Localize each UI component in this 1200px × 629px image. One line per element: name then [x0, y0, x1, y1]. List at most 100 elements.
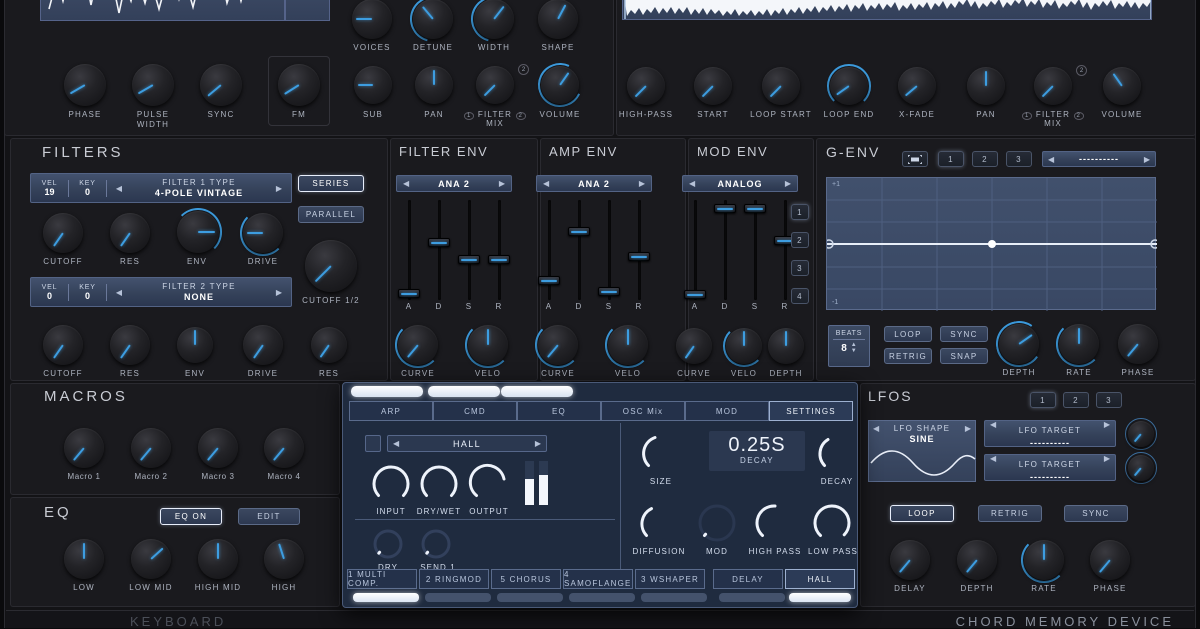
filter-env-preset[interactable]: ◀ ANA 2 ▶: [396, 175, 512, 192]
slider-thumb-a[interactable]: [684, 290, 706, 299]
fx-tab-mod[interactable]: MOD: [685, 401, 769, 421]
knob-lfo-rate[interactable]: [1021, 537, 1067, 583]
fx-tab-eq[interactable]: EQ: [517, 401, 601, 421]
lfo-shape-display[interactable]: ◀ LFO SHAPE ▶ SINE: [868, 420, 976, 482]
slider-track-d[interactable]: [724, 200, 727, 300]
knob-lfo-delay[interactable]: [890, 540, 930, 580]
genv-expand-button[interactable]: [902, 151, 928, 167]
filter-env-adsr[interactable]: A D S R: [396, 200, 516, 311]
knob-sync[interactable]: [200, 64, 242, 106]
filter2-prev-arrow[interactable]: ◀: [107, 288, 131, 297]
knob-macro-3[interactable]: [198, 428, 238, 468]
knob-f1-env[interactable]: [174, 208, 222, 256]
lfo-target-1-value[interactable]: ----------: [1030, 438, 1070, 448]
knob-filter-env-velo[interactable]: [465, 322, 511, 368]
knob-f2-res2[interactable]: [311, 327, 347, 363]
knob-lfo-phase[interactable]: [1090, 540, 1130, 580]
filter1-key-value[interactable]: 0: [69, 187, 106, 197]
genv-preset-selector[interactable]: ◀ ---------- ▶: [1042, 151, 1156, 167]
slider-track-a[interactable]: [694, 200, 697, 300]
genv-slot-3[interactable]: 3: [1006, 151, 1032, 167]
knob-filter-mix-osc[interactable]: [476, 66, 514, 104]
filter2-vel-value[interactable]: 0: [31, 291, 68, 301]
slider-track-a[interactable]: [548, 200, 551, 300]
knob-mod-env-velo[interactable]: [723, 325, 765, 367]
fxknob-size[interactable]: [639, 431, 683, 475]
amp-env-adsr[interactable]: A D S R: [536, 200, 656, 311]
genv-beats-value[interactable]: 8: [841, 343, 847, 354]
lfo-slot-1[interactable]: 1: [1030, 392, 1056, 408]
knob-macro-4[interactable]: [264, 428, 304, 468]
knob-f1-drive[interactable]: [240, 210, 286, 256]
knob-macro-2[interactable]: [131, 428, 171, 468]
genv-sync-button[interactable]: SYNC: [940, 326, 988, 342]
fx-slot-ringmod[interactable]: 2 RINGMOD: [419, 569, 489, 589]
series-button[interactable]: SERIES: [298, 175, 364, 192]
eq-on-button[interactable]: EQ ON: [160, 508, 222, 525]
genv-graph[interactable]: +1 -1: [826, 177, 1157, 311]
knob-volume-osc[interactable]: [531, 56, 589, 114]
filter2-type-row[interactable]: VEL 0 KEY 0 ◀ FILTER 2 TYPE NONE ▶: [30, 277, 292, 307]
fxknob-high-pass[interactable]: [753, 501, 797, 545]
eq-edit-button[interactable]: EDIT: [238, 508, 300, 525]
genv-beats-stepper[interactable]: ▲ ▼: [851, 342, 857, 354]
genv-slot-1[interactable]: 1: [938, 151, 964, 167]
genv-loop-button[interactable]: LOOP: [884, 326, 932, 342]
lfo-target-1[interactable]: ◀ LFO TARGET ▶ ----------: [984, 420, 1116, 448]
knob-sampler-start[interactable]: [694, 67, 732, 105]
lfo-slot-2[interactable]: 2: [1063, 392, 1089, 408]
mod-env-slot-4[interactable]: 4: [791, 288, 809, 304]
fxknob-dry[interactable]: [371, 527, 405, 561]
genv-retrig-button[interactable]: RETRIG: [884, 348, 932, 364]
mod-env-next-arrow[interactable]: ▶: [785, 179, 791, 188]
knob-sampler-high-pass[interactable]: [627, 67, 665, 105]
slider-thumb-a[interactable]: [538, 276, 560, 285]
knob-genv-phase[interactable]: [1118, 324, 1158, 364]
fx-preset-selector[interactable]: ◀ HALL ▶: [387, 435, 547, 452]
osc-waveform-display[interactable]: [40, 0, 285, 21]
filter1-type-row[interactable]: VEL 19 KEY 0 ◀ FILTER 1 TYPE 4-POLE VINT…: [30, 173, 292, 203]
lfo-target-1-prev-arrow[interactable]: ◀: [990, 420, 996, 429]
slider-track-a[interactable]: [408, 200, 411, 300]
knob-fm[interactable]: [278, 64, 320, 106]
knob-amp-env-velo[interactable]: [605, 322, 651, 368]
fx-slot-multi-comp[interactable]: 1 MULTI COMP.: [347, 569, 417, 589]
knob-mod-env-depth[interactable]: [768, 328, 804, 364]
fxknob-send-1[interactable]: [419, 527, 453, 561]
filter2-next-arrow[interactable]: ▶: [267, 288, 291, 297]
genv-beats-field[interactable]: BEATS 8 ▲ ▼: [828, 325, 870, 367]
fxknob-low-pass[interactable]: [811, 501, 855, 545]
knob-eq-high-mid[interactable]: [198, 539, 238, 579]
knob-lfo-depth[interactable]: [957, 540, 997, 580]
slider-thumb-d[interactable]: [714, 204, 736, 213]
knob-genv-rate[interactable]: [1056, 321, 1102, 367]
fx-slot-wshaper[interactable]: 3 WSHAPER: [635, 569, 705, 589]
knob-f1-cutoff[interactable]: [43, 213, 83, 253]
lfo-target-2-value[interactable]: ----------: [1030, 472, 1070, 482]
slider-thumb-s[interactable]: [458, 255, 480, 264]
parallel-button[interactable]: PARALLEL: [298, 206, 364, 223]
filter2-type-value[interactable]: NONE: [131, 292, 267, 302]
slider-track-r[interactable]: [498, 200, 501, 300]
mod-env-slot-1[interactable]: 1: [791, 204, 809, 220]
knob-amp-env-curve[interactable]: [535, 322, 581, 368]
amp-env-next-arrow[interactable]: ▶: [639, 179, 645, 188]
knob-width[interactable]: [462, 0, 526, 51]
slider-track-s[interactable]: [608, 200, 611, 300]
knob-sampler-filter-mix[interactable]: [1034, 67, 1072, 105]
mod-env-slot-3[interactable]: 3: [791, 260, 809, 276]
knob-sampler-pan[interactable]: [967, 67, 1005, 105]
fx-tab-osc-mix[interactable]: OSC Mix: [601, 401, 685, 421]
fx-slot-delay[interactable]: DELAY: [713, 569, 783, 589]
filter-env-next-arrow[interactable]: ▶: [499, 179, 505, 188]
knob-eq-low-mid[interactable]: [131, 539, 171, 579]
slider-track-d[interactable]: [438, 200, 441, 300]
slider-thumb-s[interactable]: [744, 204, 766, 213]
fxknob-input[interactable]: [369, 461, 413, 505]
filter-env-prev-arrow[interactable]: ◀: [403, 179, 409, 188]
lfo-shape-next-arrow[interactable]: ▶: [965, 424, 971, 433]
slider-thumb-r[interactable]: [628, 252, 650, 261]
fxknob-output[interactable]: [467, 461, 511, 505]
sampler-waveform-display[interactable]: [622, 0, 1152, 20]
fx-slot-samoflange[interactable]: 4 SAMOFLANGE: [563, 569, 633, 589]
